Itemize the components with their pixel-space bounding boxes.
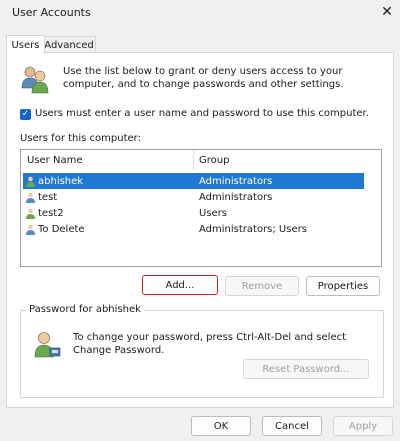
user-password-icon bbox=[32, 330, 62, 360]
user-icon bbox=[25, 208, 36, 219]
user-icon bbox=[25, 224, 36, 235]
apply-button[interactable]: Apply bbox=[333, 416, 393, 436]
cancel-button[interactable]: Cancel bbox=[262, 416, 322, 436]
add-button[interactable]: Add... bbox=[142, 275, 218, 295]
group-cell: Administrators bbox=[199, 191, 273, 203]
user-name-cell: To Delete bbox=[38, 223, 85, 235]
table-row[interactable]: To Delete Administrators; Users bbox=[23, 221, 364, 237]
column-header-group[interactable]: Group bbox=[195, 150, 381, 170]
group-cell: Administrators bbox=[199, 175, 273, 187]
user-name-cell: test2 bbox=[38, 207, 64, 219]
user-name-cell: test bbox=[38, 191, 58, 203]
column-header-user-name[interactable]: User Name bbox=[21, 150, 194, 170]
close-icon[interactable]: ✕ bbox=[375, 0, 399, 24]
reset-password-button[interactable]: Reset Password... bbox=[243, 359, 369, 379]
intro-text: Use the list below to grant or deny user… bbox=[63, 66, 344, 90]
user-icon bbox=[25, 176, 36, 187]
window-title: User Accounts bbox=[12, 6, 91, 19]
group-cell: Users bbox=[199, 207, 228, 219]
password-group-title: Password for abhishek bbox=[26, 304, 144, 315]
users-icon bbox=[20, 64, 50, 94]
properties-button[interactable]: Properties bbox=[306, 276, 380, 296]
table-row[interactable]: abhishek Administrators bbox=[23, 173, 364, 189]
group-cell: Administrators; Users bbox=[199, 223, 307, 235]
password-instructions: To change your password, press Ctrl-Alt-… bbox=[73, 332, 347, 356]
table-row[interactable]: test Administrators bbox=[23, 189, 364, 205]
user-name-cell: abhishek bbox=[38, 175, 84, 187]
must-enter-password-label[interactable]: Users must enter a user name and passwor… bbox=[35, 108, 369, 119]
table-row[interactable]: test2 Users bbox=[23, 205, 364, 221]
users-for-computer-label: Users for this computer: bbox=[20, 133, 141, 144]
ok-button[interactable]: OK bbox=[191, 416, 251, 436]
user-icon bbox=[25, 192, 36, 203]
must-enter-password-checkbox[interactable]: ✓ bbox=[20, 109, 31, 120]
remove-button[interactable]: Remove bbox=[225, 276, 299, 296]
tab-users[interactable]: Users bbox=[6, 35, 45, 54]
